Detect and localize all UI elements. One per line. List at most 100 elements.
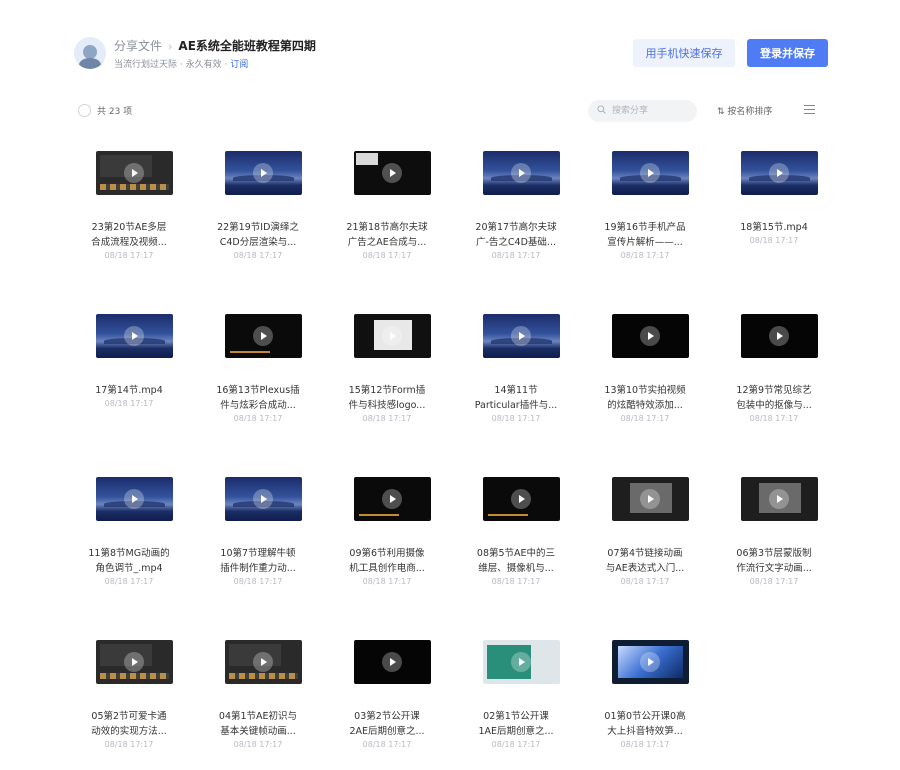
play-icon[interactable] [382, 326, 402, 346]
file-item[interactable]: 21第18节高尔夫球 广告之AE合成与... 08/18 17:17 [328, 151, 446, 281]
file-name[interactable]: 10第7节理解牛顿 插件制作重力动... [203, 546, 313, 576]
file-name[interactable]: 13第10节实拍视频 的炫酷特效添加... [590, 383, 700, 413]
file-item[interactable]: 08第5节AE中的三 维层、摄像机与... 08/18 17:17 [457, 477, 575, 607]
video-thumbnail[interactable] [225, 640, 302, 684]
video-thumbnail[interactable] [225, 314, 302, 358]
play-icon[interactable] [769, 326, 789, 346]
file-name[interactable]: 03第2节公开课 2AE后期创意之... [332, 709, 442, 739]
video-thumbnail[interactable] [483, 151, 560, 195]
video-thumbnail[interactable] [741, 477, 818, 521]
play-icon[interactable] [124, 652, 144, 672]
play-icon[interactable] [511, 652, 531, 672]
file-name[interactable]: 21第18节高尔夫球 广告之AE合成与... [332, 220, 442, 250]
play-icon[interactable] [640, 163, 660, 183]
play-icon[interactable] [124, 489, 144, 509]
file-name[interactable]: 07第4节链接动画 与AE表达式入门... [590, 546, 700, 576]
video-thumbnail[interactable] [96, 640, 173, 684]
file-item[interactable]: 05第2节可爱卡通 动效的实现方法... 08/18 17:17 [70, 640, 188, 770]
play-icon[interactable] [253, 489, 273, 509]
subscribe-link[interactable]: 订阅 [230, 60, 248, 70]
file-item[interactable]: 11第8节MG动画的 角色调节_.mp4 08/18 17:17 [70, 477, 188, 607]
play-icon[interactable] [769, 489, 789, 509]
video-thumbnail[interactable] [612, 151, 689, 195]
play-icon[interactable] [769, 163, 789, 183]
play-icon[interactable] [511, 163, 531, 183]
play-icon[interactable] [640, 652, 660, 672]
play-icon[interactable] [382, 163, 402, 183]
file-item[interactable]: 03第2节公开课 2AE后期创意之... 08/18 17:17 [328, 640, 446, 770]
sort-button[interactable]: ⇅ 按名称排序 [717, 104, 772, 117]
file-item[interactable]: 06第3节层蒙版制 作流行文字动画... 08/18 17:17 [715, 477, 833, 607]
file-item[interactable]: 19第16节手机产品 宣传片解析——... 08/18 17:17 [586, 151, 704, 281]
file-name[interactable]: 18第15节.mp4 [719, 220, 829, 235]
file-item[interactable]: 02第1节公开课 1AE后期创意之... 08/18 17:17 [457, 640, 575, 770]
breadcrumb-root[interactable]: 分享文件 [114, 39, 162, 53]
play-icon[interactable] [382, 489, 402, 509]
file-name[interactable]: 16第13节Plexus插 件与炫彩合成动... [203, 383, 313, 413]
file-item[interactable]: 14第11节 Particular插件与... 08/18 17:17 [457, 314, 575, 444]
video-thumbnail[interactable] [483, 314, 560, 358]
select-all-checkbox[interactable] [78, 104, 91, 117]
file-name[interactable]: 02第1节公开课 1AE后期创意之... [461, 709, 571, 739]
play-icon[interactable] [124, 163, 144, 183]
video-thumbnail[interactable] [96, 477, 173, 521]
play-icon[interactable] [253, 163, 273, 183]
play-icon[interactable] [124, 326, 144, 346]
file-name[interactable]: 22第19节ID演绎之 C4D分层渲染与... [203, 220, 313, 250]
video-thumbnail[interactable] [483, 477, 560, 521]
file-item[interactable]: 01第0节公开课0高 大上抖音特效笋... 08/18 17:17 [586, 640, 704, 770]
video-thumbnail[interactable] [612, 314, 689, 358]
file-item[interactable]: 13第10节实拍视频 的炫酷特效添加... 08/18 17:17 [586, 314, 704, 444]
file-item[interactable]: 15第12节Form插 件与科技感logo... 08/18 17:17 [328, 314, 446, 444]
file-item[interactable]: 16第13节Plexus插 件与炫彩合成动... 08/18 17:17 [199, 314, 317, 444]
file-name[interactable]: 05第2节可爱卡通 动效的实现方法... [74, 709, 184, 739]
file-name[interactable]: 04第1节AE初识与 基本关键帧动画... [203, 709, 313, 739]
file-name[interactable]: 17第14节.mp4 [74, 383, 184, 398]
search-box[interactable] [588, 100, 697, 122]
video-thumbnail[interactable] [741, 151, 818, 195]
file-item[interactable]: 22第19节ID演绎之 C4D分层渲染与... 08/18 17:17 [199, 151, 317, 281]
file-name[interactable]: 01第0节公开课0高 大上抖音特效笋... [590, 709, 700, 739]
file-item[interactable]: 20第17节高尔夫球 广-告之C4D基础... 08/18 17:17 [457, 151, 575, 281]
file-name[interactable]: 11第8节MG动画的 角色调节_.mp4 [74, 546, 184, 576]
file-item[interactable]: 12第9节常见综艺 包装中的抠像与... 08/18 17:17 [715, 314, 833, 444]
file-name[interactable]: 08第5节AE中的三 维层、摄像机与... [461, 546, 571, 576]
file-name[interactable]: 23第20节AE多层 合成流程及视频... [74, 220, 184, 250]
video-thumbnail[interactable] [354, 640, 431, 684]
video-thumbnail[interactable] [225, 477, 302, 521]
file-item[interactable]: 04第1节AE初识与 基本关键帧动画... 08/18 17:17 [199, 640, 317, 770]
play-icon[interactable] [253, 326, 273, 346]
file-name[interactable]: 12第9节常见综艺 包装中的抠像与... [719, 383, 829, 413]
video-thumbnail[interactable] [354, 477, 431, 521]
file-name[interactable]: 06第3节层蒙版制 作流行文字动画... [719, 546, 829, 576]
play-icon[interactable] [382, 652, 402, 672]
video-thumbnail[interactable] [612, 640, 689, 684]
sharer-name[interactable]: 当流行划过天际 [114, 60, 177, 70]
video-thumbnail[interactable] [483, 640, 560, 684]
file-item[interactable]: 23第20节AE多层 合成流程及视频... 08/18 17:17 [70, 151, 188, 281]
file-name[interactable]: 15第12节Form插 件与科技感logo... [332, 383, 442, 413]
play-icon[interactable] [640, 326, 660, 346]
sharer-avatar[interactable] [74, 37, 106, 69]
phone-save-button[interactable]: 用手机快速保存 [633, 39, 735, 67]
video-thumbnail[interactable] [96, 314, 173, 358]
video-thumbnail[interactable] [612, 477, 689, 521]
file-item[interactable]: 10第7节理解牛顿 插件制作重力动... 08/18 17:17 [199, 477, 317, 607]
video-thumbnail[interactable] [741, 314, 818, 358]
play-icon[interactable] [253, 652, 273, 672]
file-name[interactable]: 09第6节利用摄像 机工具创作电商... [332, 546, 442, 576]
file-item[interactable]: 07第4节链接动画 与AE表达式入门... 08/18 17:17 [586, 477, 704, 607]
play-icon[interactable] [511, 489, 531, 509]
search-input[interactable] [612, 103, 692, 119]
file-item[interactable]: 17第14节.mp4 08/18 17:17 [70, 314, 188, 444]
login-save-button[interactable]: 登录并保存 [747, 39, 828, 67]
play-icon[interactable] [640, 489, 660, 509]
list-view-icon[interactable] [804, 105, 815, 114]
file-item[interactable]: 18第15节.mp4 08/18 17:17 [715, 151, 833, 281]
file-name[interactable]: 14第11节 Particular插件与... [461, 383, 571, 413]
video-thumbnail[interactable] [96, 151, 173, 195]
video-thumbnail[interactable] [354, 151, 431, 195]
file-name[interactable]: 19第16节手机产品 宣传片解析——... [590, 220, 700, 250]
video-thumbnail[interactable] [225, 151, 302, 195]
file-item[interactable]: 09第6节利用摄像 机工具创作电商... 08/18 17:17 [328, 477, 446, 607]
